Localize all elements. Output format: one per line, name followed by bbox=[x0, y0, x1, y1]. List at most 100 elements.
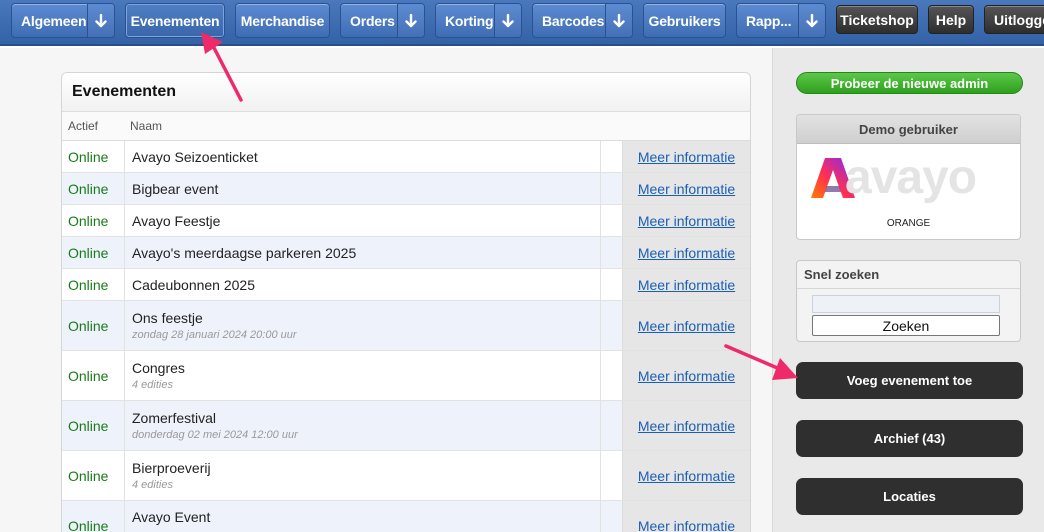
quick-search-input[interactable] bbox=[812, 295, 1000, 313]
table-row: Online Avayo Feestje Meer informatie bbox=[62, 205, 750, 237]
nav-rapportages-label: Rapp... bbox=[746, 12, 792, 29]
nav-evenementen-label: Evenementen bbox=[130, 12, 220, 29]
nav-korting-label: Korting bbox=[445, 12, 494, 29]
event-name: Bierproeverij bbox=[132, 460, 211, 476]
more-info-link[interactable]: Meer informatie bbox=[638, 213, 735, 229]
dropdown-arrow-icon[interactable] bbox=[87, 4, 114, 37]
row-spacer bbox=[601, 269, 622, 300]
nav-merchandise[interactable]: Merchandise bbox=[235, 3, 330, 38]
search-button[interactable]: Zoeken bbox=[812, 315, 1000, 336]
dropdown-arrow-icon[interactable] bbox=[494, 4, 521, 37]
more-info-link[interactable]: Meer informatie bbox=[638, 318, 735, 334]
column-header-name: Naam bbox=[130, 119, 163, 133]
status-online: Online bbox=[68, 148, 109, 165]
ticketshop-label: Ticketshop bbox=[840, 11, 914, 28]
event-name-cell: Avayo Seizoenticket bbox=[124, 141, 601, 172]
more-info-link[interactable]: Meer informatie bbox=[638, 518, 735, 532]
table-row: Online Ons feestje zondag 28 januari 202… bbox=[62, 301, 750, 351]
logout-label: Uitloggen bbox=[994, 11, 1044, 28]
event-name-cell: Congres 4 edities bbox=[124, 351, 601, 400]
table-row: Online Bigbear event Meer informatie bbox=[62, 173, 750, 205]
quick-search-title: Snel zoeken bbox=[797, 261, 1020, 289]
row-spacer bbox=[601, 451, 622, 500]
table-row: Online Bierproeverij 4 edities Meer info… bbox=[62, 451, 750, 501]
nav-gebruikers-label: Gebruikers bbox=[648, 12, 721, 29]
demo-user-title: Demo gebruiker bbox=[797, 115, 1020, 144]
event-date: zondag 28 januari 2024 20:00 uur bbox=[132, 329, 297, 341]
table-row: Online Congres 4 edities Meer informatie bbox=[62, 351, 750, 401]
demo-user-box: Demo gebruiker avayo ORANGE bbox=[796, 114, 1021, 240]
archive-button[interactable]: Archief (43) bbox=[796, 420, 1023, 457]
more-info-link[interactable]: Meer informatie bbox=[638, 277, 735, 293]
dropdown-arrow-icon[interactable] bbox=[798, 4, 825, 37]
event-name: Avayo Event bbox=[132, 509, 211, 525]
help-button[interactable]: Help bbox=[928, 5, 974, 34]
more-info-link[interactable]: Meer informatie bbox=[638, 418, 735, 434]
nav-evenementen[interactable]: Evenementen bbox=[125, 3, 225, 38]
status-online: Online bbox=[68, 244, 109, 261]
add-event-label: Voeg evenement toe bbox=[846, 373, 973, 388]
dropdown-arrow-icon[interactable] bbox=[605, 4, 632, 37]
event-name: Avayo Feestje bbox=[132, 212, 221, 229]
nav-barcodes[interactable]: Barcodes bbox=[532, 3, 633, 38]
table-row: Online Avayo Event Meer informatie bbox=[62, 501, 750, 532]
nav-barcodes-label: Barcodes bbox=[542, 12, 605, 29]
column-header-active: Actief bbox=[68, 119, 99, 133]
nav-merchandise-label: Merchandise bbox=[240, 12, 325, 29]
status-online: Online bbox=[68, 276, 109, 293]
nav-algemeen[interactable]: Algemeen bbox=[11, 3, 115, 38]
nav-orders-label: Orders bbox=[350, 12, 395, 29]
status-online: Online bbox=[68, 467, 109, 484]
event-name-cell: Avayo Feestje bbox=[124, 205, 601, 236]
search-button-label: Zoeken bbox=[882, 317, 930, 334]
more-info-cell: Meer informatie bbox=[622, 501, 750, 532]
row-spacer bbox=[601, 205, 622, 236]
nav-orders[interactable]: Orders bbox=[340, 3, 425, 38]
event-editions: 4 edities bbox=[132, 379, 173, 391]
locations-button[interactable]: Locaties bbox=[796, 478, 1023, 515]
nav-algemeen-label: Algemeen bbox=[21, 12, 87, 29]
nav-gebruikers[interactable]: Gebruikers bbox=[643, 3, 726, 38]
event-name-cell: Avayo's meerdaagse parkeren 2025 bbox=[124, 237, 601, 268]
help-label: Help bbox=[935, 11, 967, 28]
event-name-cell: Bigbear event bbox=[124, 173, 601, 204]
status-online: Online bbox=[68, 517, 109, 532]
nav-rapportages[interactable]: Rapp... bbox=[736, 3, 826, 38]
table-row: Online Zomerfestival donderdag 02 mei 20… bbox=[62, 401, 750, 451]
more-info-link[interactable]: Meer informatie bbox=[638, 245, 735, 261]
event-name: Zomerfestival bbox=[132, 410, 217, 426]
try-new-admin-button[interactable]: Probeer de nieuwe admin bbox=[796, 72, 1023, 94]
more-info-cell: Meer informatie bbox=[622, 401, 750, 450]
event-name-cell: Avayo Event bbox=[124, 501, 601, 532]
more-info-link[interactable]: Meer informatie bbox=[638, 149, 735, 165]
dropdown-arrow-icon[interactable] bbox=[397, 4, 424, 37]
more-info-cell: Meer informatie bbox=[622, 351, 750, 400]
row-spacer bbox=[601, 301, 622, 350]
panel-title: Evenementen bbox=[62, 73, 750, 112]
logout-button[interactable]: Uitloggen bbox=[984, 5, 1044, 34]
nav-korting[interactable]: Korting bbox=[435, 3, 522, 38]
status-online: Online bbox=[68, 317, 109, 334]
event-name: Avayo's meerdaagse parkeren 2025 bbox=[132, 244, 357, 261]
status-online: Online bbox=[68, 417, 109, 434]
logo-wordmark: avayo bbox=[845, 151, 977, 204]
try-new-admin-label: Probeer de nieuwe admin bbox=[830, 75, 989, 91]
top-navigation: Algemeen Evenementen Merchandise Orders … bbox=[0, 0, 1044, 46]
event-editions: 4 edities bbox=[132, 479, 173, 491]
more-info-link[interactable]: Meer informatie bbox=[638, 368, 735, 384]
event-name-cell: Bierproeverij 4 edities bbox=[124, 451, 601, 500]
row-spacer bbox=[601, 237, 622, 268]
event-name: Avayo Seizoenticket bbox=[132, 148, 258, 165]
row-spacer bbox=[601, 173, 622, 204]
row-spacer bbox=[601, 501, 622, 532]
more-info-link[interactable]: Meer informatie bbox=[638, 181, 735, 197]
add-event-button[interactable]: Voeg evenement toe bbox=[796, 362, 1023, 399]
locations-label: Locaties bbox=[883, 489, 936, 504]
event-name: Ons feestje bbox=[132, 310, 203, 326]
logo-caption: ORANGE bbox=[886, 218, 931, 229]
more-info-cell: Meer informatie bbox=[622, 141, 750, 172]
event-name-cell: Ons feestje zondag 28 januari 2024 20:00… bbox=[124, 301, 601, 350]
event-name: Cadeubonnen 2025 bbox=[132, 276, 256, 293]
more-info-link[interactable]: Meer informatie bbox=[638, 468, 735, 484]
ticketshop-button[interactable]: Ticketshop bbox=[836, 5, 918, 34]
